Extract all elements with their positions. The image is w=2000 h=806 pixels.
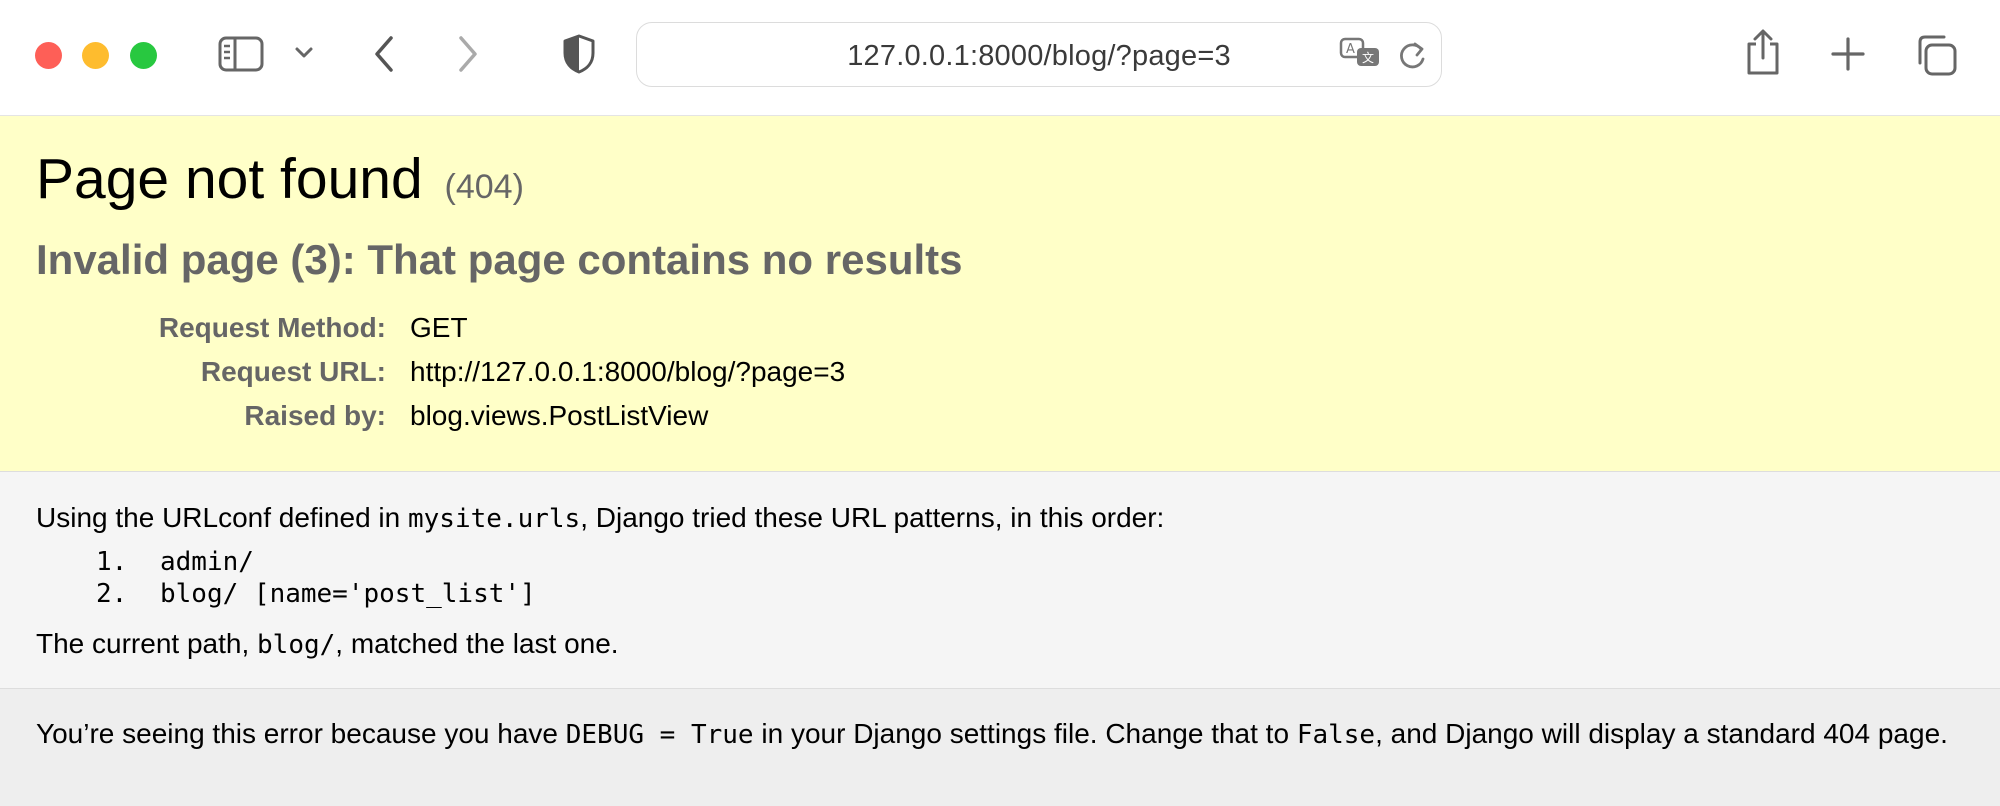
current-path-note: The current path, blog/, matched the las…: [36, 628, 619, 660]
table-row: Request URL: http://127.0.0.1:8000/blog/…: [0, 356, 845, 400]
url-text: 127.0.0.1:8000/blog/?page=3: [847, 40, 1231, 72]
table-row: Raised by: blog.views.PostListView: [0, 400, 845, 444]
explanation-text: You’re seeing this error because you hav…: [36, 718, 566, 749]
address-bar[interactable]: 127.0.0.1:8000/blog/?page=3 A文: [636, 22, 1442, 87]
sidebar-icon[interactable]: [218, 36, 264, 72]
reload-icon[interactable]: [1397, 39, 1427, 71]
status-code: (404): [444, 168, 524, 206]
url-patterns-info: Using the URLconf defined in mysite.urls…: [0, 472, 2000, 689]
pattern-number: 1.: [96, 547, 128, 577]
intro-text-end: , Django tried these URL patterns, in th…: [580, 502, 1165, 533]
intro-text: Using the URLconf defined in: [36, 502, 408, 533]
pattern-number: 2.: [96, 579, 128, 609]
tabs-overview-icon[interactable]: [1914, 33, 1958, 77]
page-title: Page not found (404): [36, 146, 524, 212]
page-title-text: Page not found: [36, 147, 423, 211]
current-path-text: The current path,: [36, 628, 258, 659]
urlconf-module: mysite.urls: [408, 504, 581, 534]
request-method-value: GET: [410, 312, 468, 343]
pattern-text: blog/ [name='post_list']: [160, 579, 536, 609]
error-summary: Page not found (404) Invalid page (3): T…: [0, 116, 2000, 472]
close-window-button[interactable]: [35, 42, 62, 69]
request-method-label: Request Method:: [158, 312, 386, 343]
zoom-window-button[interactable]: [130, 42, 157, 69]
request-url-value: http://127.0.0.1:8000/blog/?page=3: [410, 356, 846, 387]
forward-icon[interactable]: [456, 34, 480, 74]
svg-text:A: A: [1346, 42, 1355, 57]
explanation-text: in your Django settings file. Change tha…: [753, 718, 1297, 749]
request-meta-table: Request Method: GET Request URL: http://…: [0, 312, 845, 444]
explanation-text: , and Django will display a standard 404…: [1375, 718, 1948, 749]
translate-icon[interactable]: A文: [1339, 37, 1383, 71]
list-item: 2. blog/ [name='post_list']: [96, 578, 536, 610]
chevron-down-icon[interactable]: [294, 46, 314, 60]
debug-note: You’re seeing this error because you hav…: [36, 715, 1956, 754]
pattern-text: admin/: [160, 547, 254, 577]
share-icon[interactable]: [1744, 28, 1782, 76]
svg-text:文: 文: [1362, 50, 1374, 65]
raised-by-label: Raised by:: [244, 400, 386, 431]
current-path-text-end: , matched the last one.: [335, 628, 619, 659]
back-icon[interactable]: [372, 34, 396, 74]
error-message: Invalid page (3): That page contains no …: [36, 236, 963, 283]
new-tab-icon[interactable]: [1830, 36, 1866, 72]
current-path: blog/: [257, 630, 336, 660]
false-value: False: [1296, 720, 1376, 750]
browser-toolbar: 127.0.0.1:8000/blog/?page=3 A文: [0, 0, 2000, 116]
debug-setting: DEBUG = True: [565, 720, 754, 750]
raised-by-value: blog.views.PostListView: [410, 400, 709, 431]
shield-icon[interactable]: [562, 33, 596, 75]
table-row: Request Method: GET: [0, 312, 845, 356]
url-pattern-list: 1. admin/ 2. blog/ [name='post_list']: [96, 546, 536, 610]
minimize-window-button[interactable]: [82, 42, 109, 69]
urlconf-intro: Using the URLconf defined in mysite.urls…: [36, 502, 1164, 534]
list-item: 1. admin/: [96, 546, 536, 578]
debug-explanation: You’re seeing this error because you hav…: [0, 689, 2000, 806]
request-url-label: Request URL:: [200, 356, 386, 387]
